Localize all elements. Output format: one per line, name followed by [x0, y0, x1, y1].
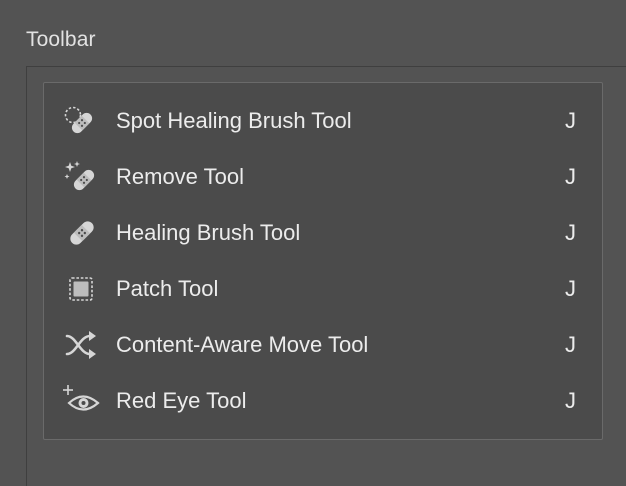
tool-shortcut: J: [565, 388, 576, 413]
tool-label: Content-Aware Move Tool: [116, 332, 369, 357]
red-eye-icon: [62, 384, 102, 418]
tool-shortcut: J: [565, 220, 576, 245]
tool-label: Healing Brush Tool: [116, 220, 301, 245]
tool-shortcut: J: [565, 108, 576, 133]
tool-item-healing-brush[interactable]: Healing Brush Tool J: [44, 205, 602, 261]
tool-shortcut: J: [565, 332, 576, 357]
patch-tool-icon: [62, 272, 102, 306]
remove-tool-icon: [62, 160, 102, 194]
tool-shortcut: J: [565, 164, 576, 189]
tool-shortcut: J: [565, 276, 576, 301]
tool-label: Red Eye Tool: [116, 388, 247, 413]
tool-item-content-aware-move[interactable]: Content-Aware Move Tool J: [44, 317, 602, 373]
tool-item-red-eye[interactable]: Red Eye Tool J: [44, 373, 602, 429]
content-aware-move-icon: [62, 328, 102, 362]
healing-brush-icon: [62, 216, 102, 250]
spot-healing-brush-icon: [62, 104, 102, 138]
tool-label: Patch Tool: [116, 276, 219, 301]
tool-item-spot-healing-brush[interactable]: Spot Healing Brush Tool J: [44, 93, 602, 149]
tool-item-remove[interactable]: Remove Tool J: [44, 149, 602, 205]
tool-label: Remove Tool: [116, 164, 244, 189]
tool-label: Spot Healing Brush Tool: [116, 108, 352, 133]
tool-flyout-menu: Spot Healing Brush Tool J Remove Tool J: [43, 82, 603, 440]
tool-item-patch[interactable]: Patch Tool J: [44, 261, 602, 317]
panel-title: Toolbar: [26, 28, 96, 51]
